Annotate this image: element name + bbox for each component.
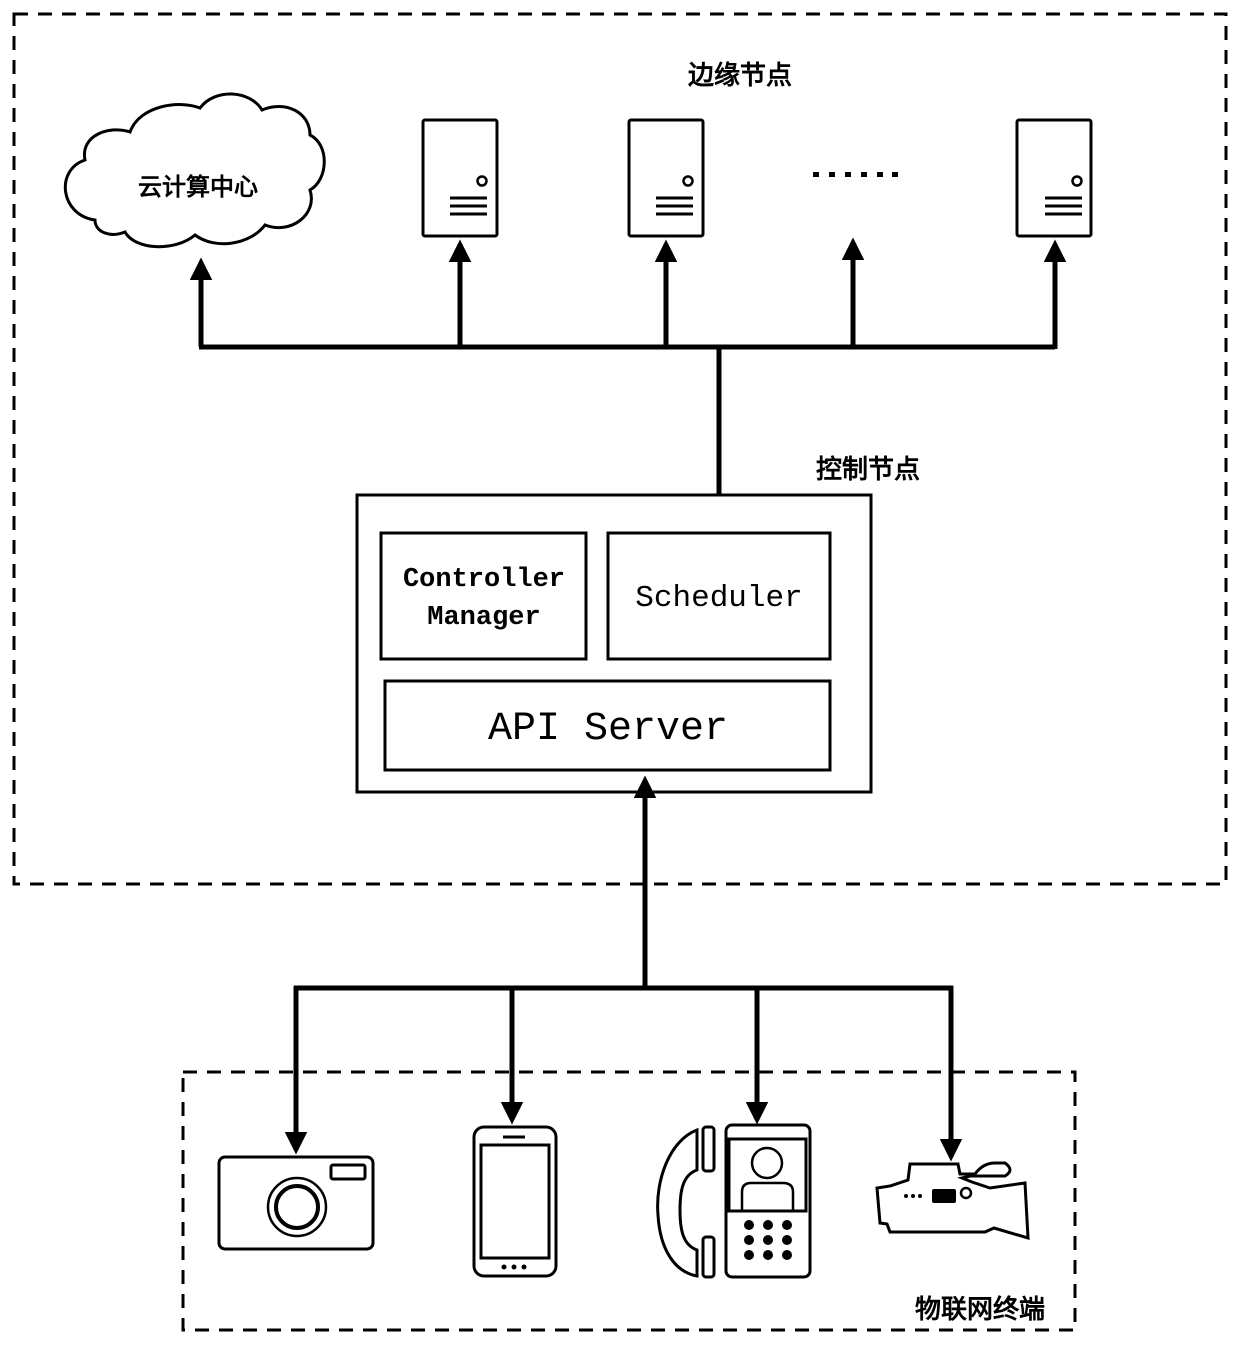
- server-icon: [627, 118, 705, 238]
- cloud-icon: [63, 92, 326, 249]
- architecture-diagram: 边缘节点 云计算中心 控制节点 Controller Manager Sched…: [12, 12, 1228, 1332]
- api-server-label: API Server: [488, 707, 728, 752]
- camera-icon: [217, 1155, 375, 1251]
- iot-terminal-label: 物联网终端: [915, 1294, 1045, 1325]
- smartphone-icon: [472, 1125, 558, 1278]
- edge-nodes-label: 边缘节点: [688, 60, 792, 91]
- control-node-label: 控制节点: [816, 454, 920, 485]
- server-icon: [1015, 118, 1093, 238]
- iot-bus: [284, 775, 963, 1162]
- server-icon: [421, 118, 499, 238]
- controller-manager-label-line1: Controller: [403, 565, 565, 595]
- edge-bus: [189, 237, 1067, 533]
- controller-manager-box: [379, 531, 588, 661]
- video-camera-icon: [875, 1161, 1030, 1241]
- scheduler-label: Scheduler: [635, 581, 802, 616]
- ellipsis-dots: [813, 172, 898, 177]
- video-phone-icon: [656, 1123, 812, 1279]
- controller-manager-label-line2: Manager: [427, 603, 540, 633]
- cloud-computing-center-label: 云计算中心: [138, 173, 258, 201]
